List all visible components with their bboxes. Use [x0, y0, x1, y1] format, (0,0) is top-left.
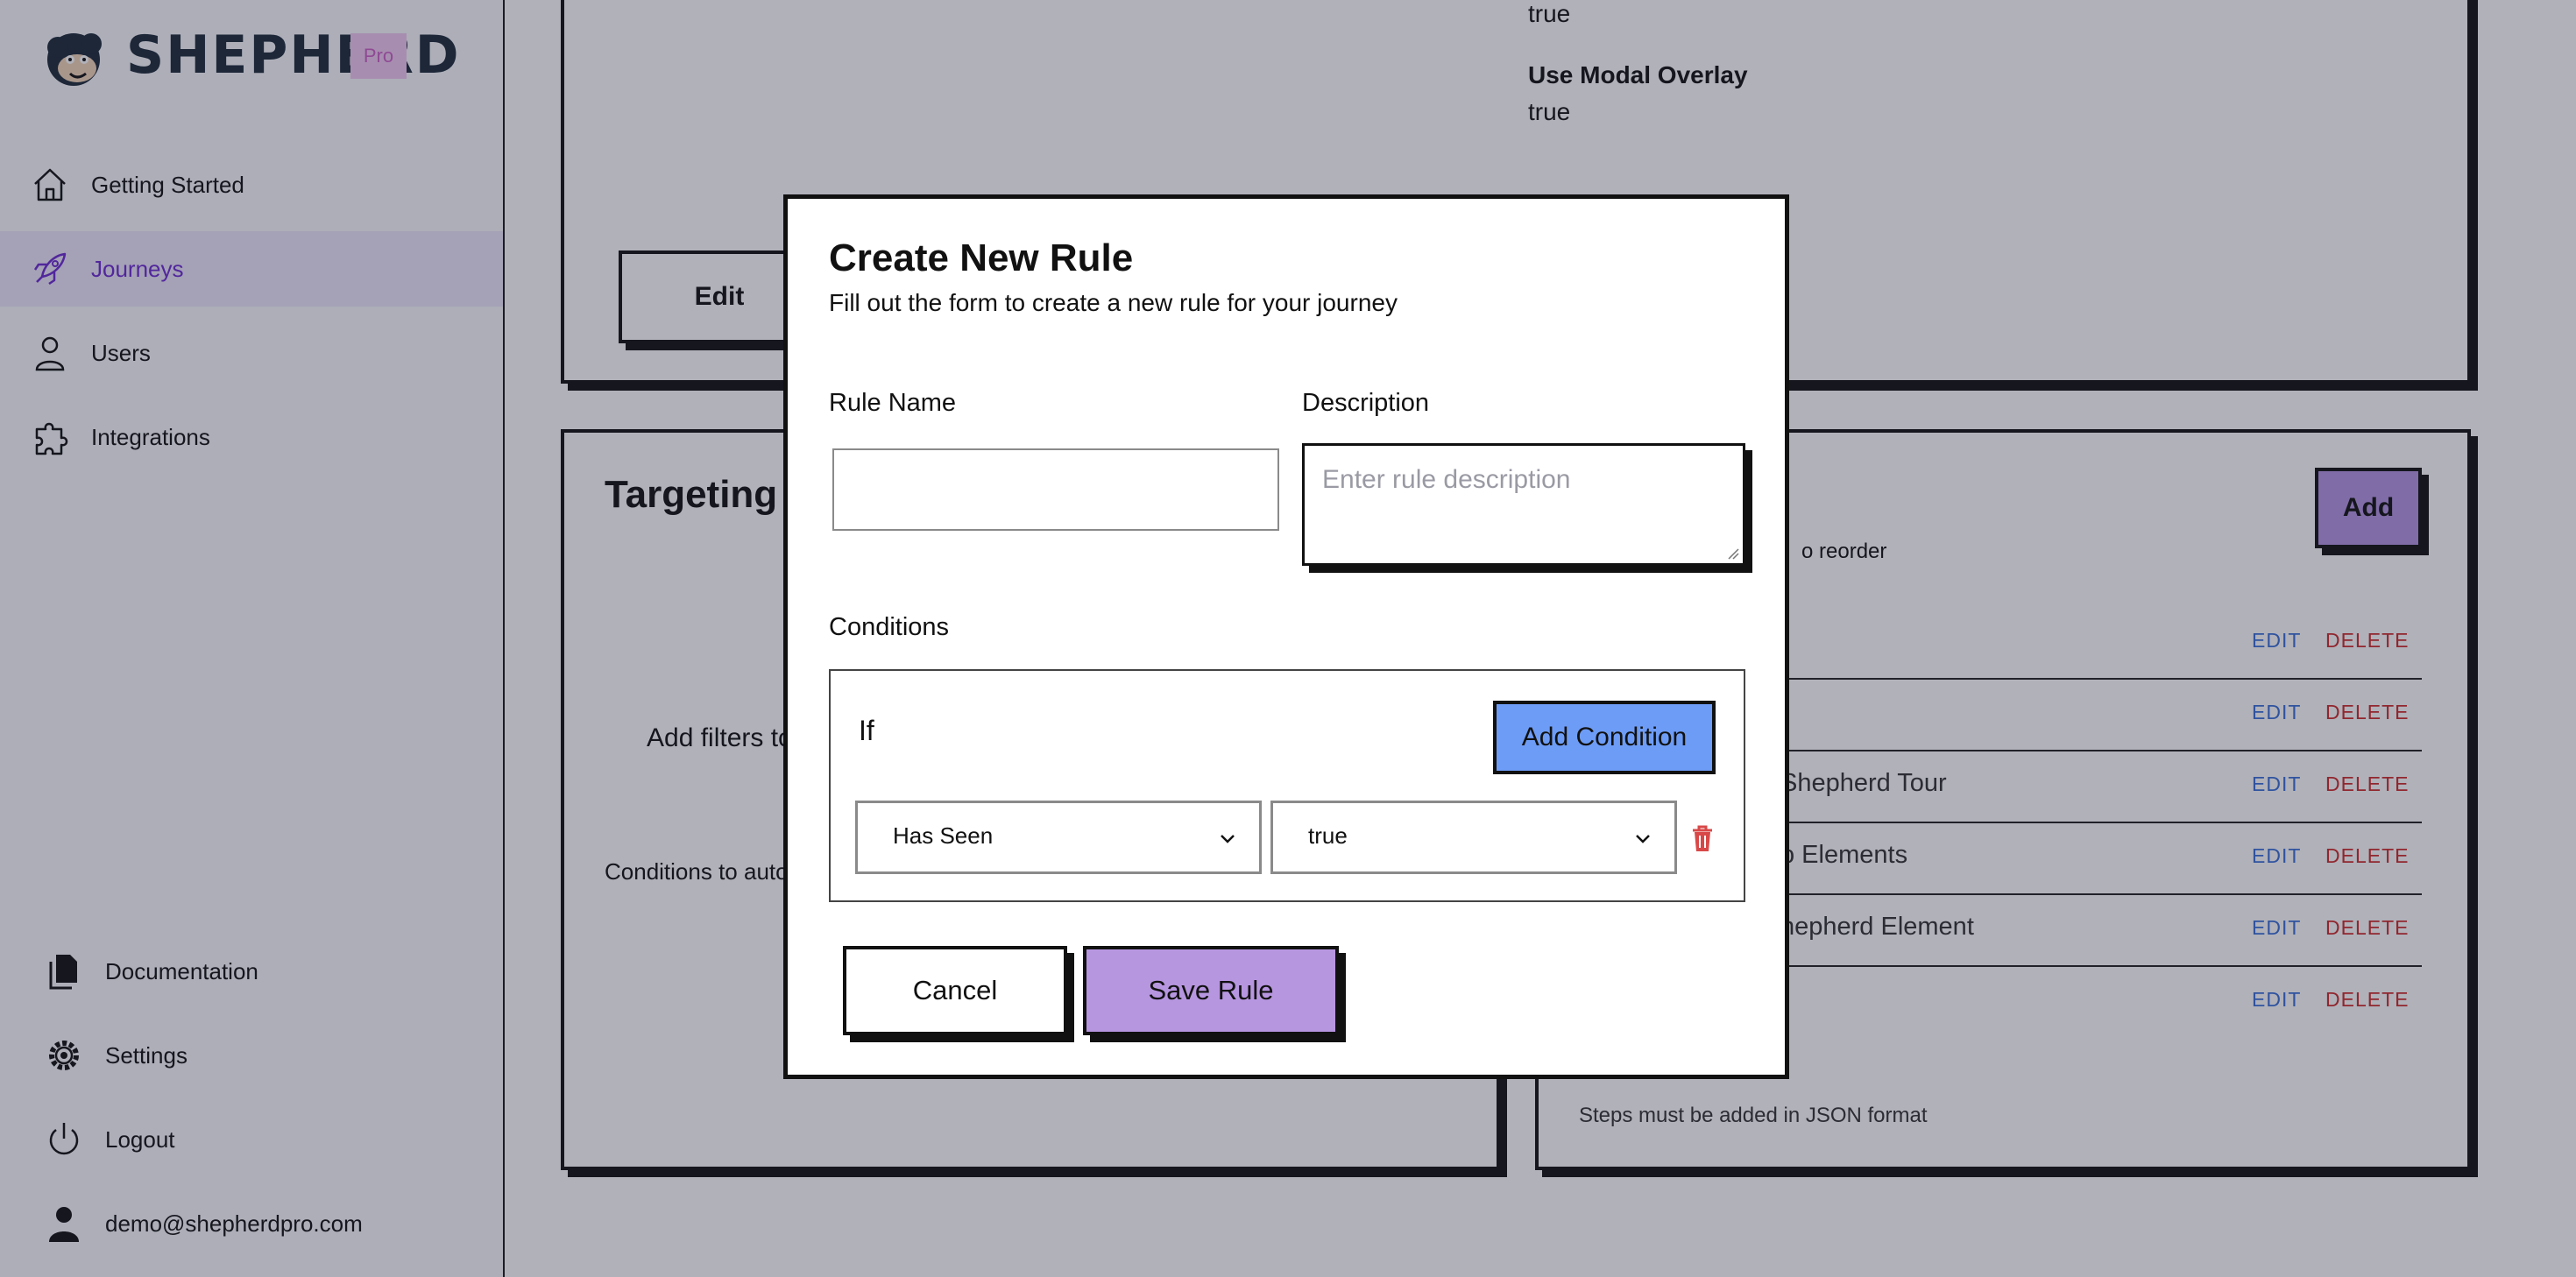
chevron-down-icon: [1221, 835, 1235, 843]
description-textarea[interactable]: Enter rule description: [1302, 443, 1745, 566]
rule-name-input[interactable]: [832, 448, 1279, 531]
condition-field-value: Has Seen: [893, 822, 994, 849]
modal-title: Create New Rule: [829, 236, 1134, 279]
description-placeholder: Enter rule description: [1322, 465, 1571, 494]
resize-handle-icon[interactable]: [1725, 546, 1739, 560]
trash-icon[interactable]: [1689, 823, 1716, 853]
condition-value-select[interactable]: true: [1270, 801, 1677, 874]
cancel-button[interactable]: Cancel: [843, 946, 1067, 1035]
condition-field-select[interactable]: Has Seen: [855, 801, 1262, 874]
conditions-label: Conditions: [829, 613, 950, 641]
add-condition-button[interactable]: Add Condition: [1493, 701, 1716, 774]
save-rule-button[interactable]: Save Rule: [1083, 946, 1339, 1035]
condition-value-value: true: [1308, 822, 1348, 849]
modal-subtitle: Fill out the form to create a new rule f…: [829, 289, 1398, 316]
chevron-down-icon: [1636, 835, 1650, 843]
rule-name-label: Rule Name: [829, 389, 957, 417]
description-label: Description: [1302, 389, 1430, 417]
if-label: If: [859, 715, 874, 746]
